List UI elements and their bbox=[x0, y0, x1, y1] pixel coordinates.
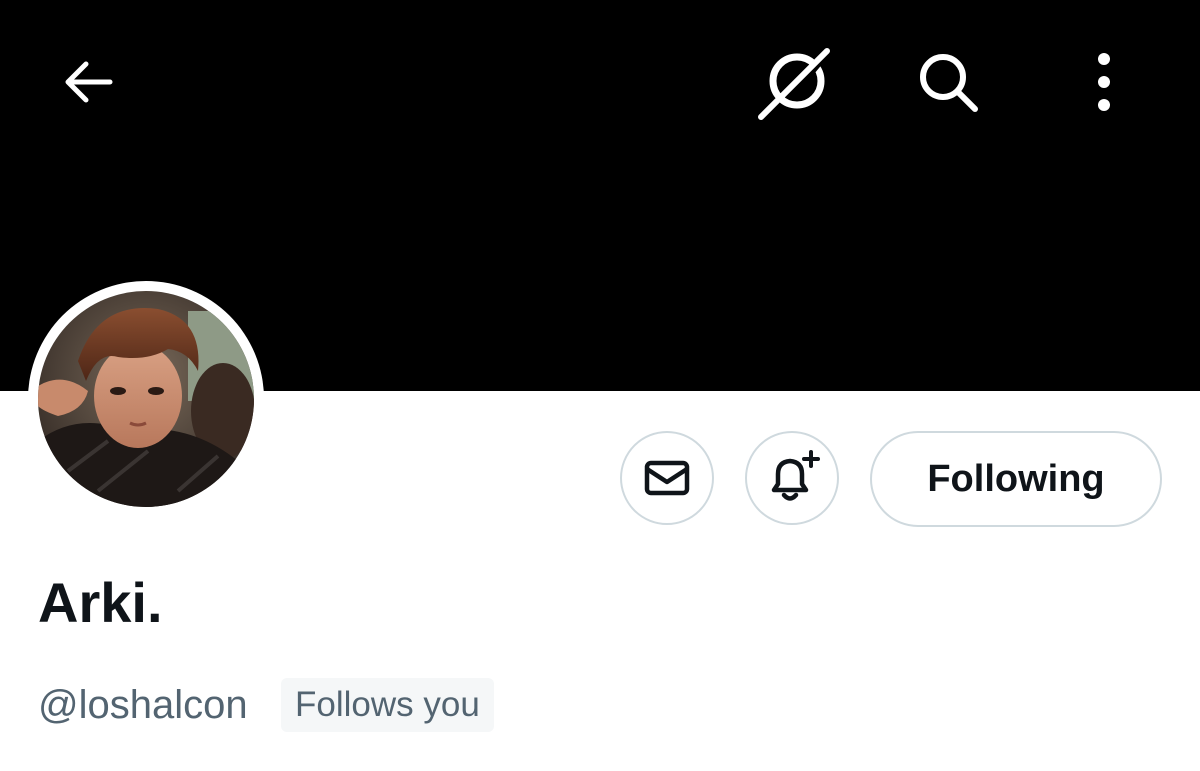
follows-you-badge: Follows you bbox=[281, 678, 494, 732]
display-name: Arki. bbox=[38, 571, 163, 634]
bell-plus-icon bbox=[771, 450, 820, 501]
profile-photo-image bbox=[38, 291, 254, 507]
envelope-icon bbox=[644, 460, 690, 496]
message-button[interactable] bbox=[620, 431, 714, 525]
arrow-left-icon bbox=[65, 61, 113, 103]
more-vertical-icon bbox=[1098, 53, 1110, 111]
avatar[interactable] bbox=[28, 281, 264, 517]
user-handle: @loshalcon bbox=[38, 683, 248, 727]
following-button[interactable]: Following bbox=[870, 431, 1162, 527]
avatar-photo bbox=[38, 291, 254, 507]
profile-page: Following Arki. @loshalcon Follows you bbox=[0, 0, 1200, 771]
grok-icon bbox=[758, 44, 834, 120]
more-options-button[interactable] bbox=[1072, 40, 1136, 124]
search-button[interactable] bbox=[906, 40, 990, 124]
search-icon bbox=[920, 54, 978, 112]
back-button[interactable] bbox=[48, 42, 128, 122]
following-label: Following bbox=[927, 457, 1105, 500]
grok-button[interactable] bbox=[752, 38, 840, 126]
notifications-button[interactable] bbox=[745, 431, 839, 525]
